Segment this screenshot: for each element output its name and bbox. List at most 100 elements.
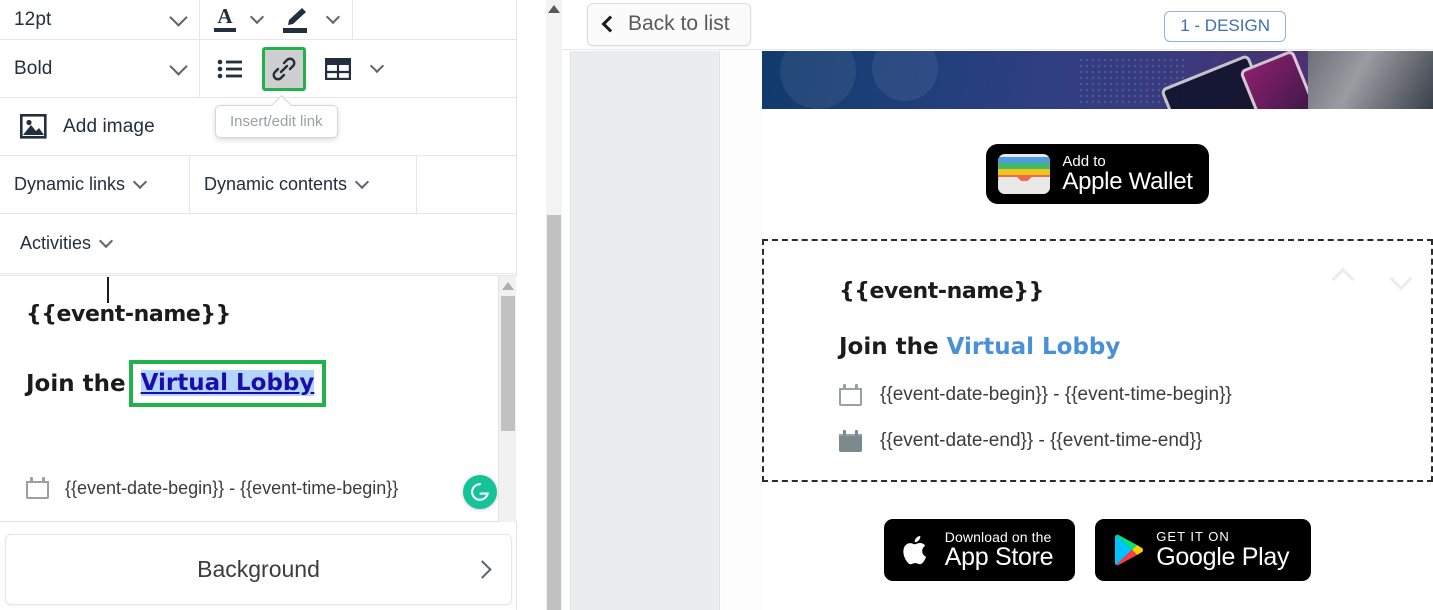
scrollbar-thumb[interactable] [500, 296, 515, 431]
editor-event-name: {{event-name}} [26, 302, 231, 327]
preview-join-prefix: Join the [839, 334, 947, 360]
activities-label: Activities [20, 233, 92, 253]
preview-header: Back to list 1 - DESIGN [562, 0, 1433, 50]
insert-table-icon [325, 57, 351, 80]
design-step-tab[interactable]: 1 - DESIGN [1164, 11, 1286, 42]
dynamic-contents-label: Dynamic contents [204, 174, 348, 194]
dynamic-links-dropdown[interactable]: Dynamic links [0, 156, 190, 213]
email-preview-panel: Back to list 1 - DESIGN Add to Apple Wal… [562, 0, 1433, 610]
preview-join-line: Join the Virtual Lobby [839, 334, 1431, 360]
text-color-icon: A [214, 6, 236, 32]
toolbar-row-font: 12pt A [0, 0, 516, 40]
chevron-down-icon [98, 233, 114, 249]
editor-date-text: {{event-date-begin}} - {{event-time-begi… [65, 477, 399, 498]
google-play-label: GET IT ON Google Play [1156, 530, 1289, 570]
page-scrollbar[interactable] [546, 0, 562, 610]
scroll-up-arrow-icon[interactable] [501, 282, 514, 290]
add-image-label: Add image [63, 115, 155, 137]
apple-wallet-row: Add to Apple Wallet [762, 109, 1433, 239]
insert-table-button[interactable] [316, 47, 360, 91]
text-style-dropdown[interactable]: Bold [0, 40, 200, 97]
scroll-up-arrow-icon[interactable] [548, 5, 560, 13]
background-label: Background [197, 556, 320, 582]
chevron-down-icon[interactable] [1389, 267, 1413, 291]
bullet-list-button[interactable] [208, 47, 252, 91]
activities-dropdown[interactable]: Activities [0, 214, 125, 273]
toolbar-row-dynamic: Dynamic links Dynamic contents [0, 156, 516, 214]
preview-side-column [570, 51, 720, 610]
rich-text-editor-area[interactable]: {{event-name}} Join the Virtual Lobby {{… [0, 275, 517, 522]
google-play-badge[interactable]: GET IT ON Google Play [1095, 519, 1312, 581]
editor-link-text[interactable]: Virtual Lobby [140, 370, 315, 396]
dynamic-contents-dropdown[interactable]: Dynamic contents [190, 156, 417, 213]
google-play-icon [1115, 534, 1144, 566]
email-editor-panel: 12pt A Bold Add image Dynamic links Dyna… [0, 0, 517, 610]
back-to-list-label: Back to list [628, 12, 730, 35]
add-image-button[interactable]: Add image [0, 98, 169, 155]
apple-wallet-icon [998, 154, 1051, 194]
font-size-value: 12pt [14, 8, 52, 30]
page-scrollbar-thumb[interactable] [547, 215, 561, 610]
chevron-down-icon [369, 58, 385, 74]
preview-virtual-lobby-link[interactable]: Virtual Lobby [947, 334, 1121, 360]
toolbar-row-activities: Activities [0, 214, 516, 274]
preview-date-begin-row: {{event-date-begin}} - {{event-time-begi… [839, 384, 1431, 406]
chevron-down-icon [249, 9, 265, 25]
insert-link-button[interactable] [262, 46, 306, 91]
apple-logo-icon [903, 535, 926, 565]
chevron-down-icon [169, 7, 188, 27]
editor-join-prefix: Join the [26, 370, 126, 397]
app-screen: 12pt A Bold Add image Dynamic links Dyna… [0, 0, 1433, 610]
highlight-color-dropdown[interactable] [314, 0, 353, 39]
insert-link-icon [272, 57, 296, 80]
editor-join-line: Join the Virtual Lobby [26, 277, 491, 407]
back-to-list-button[interactable]: Back to list [587, 3, 751, 46]
highlight-color-button[interactable] [272, 0, 314, 39]
text-color-button[interactable]: A [200, 0, 242, 39]
add-image-icon [20, 114, 47, 139]
apple-wallet-line2: Apple Wallet [1062, 168, 1193, 196]
app-store-label: Download on the App Store [944, 528, 1054, 572]
chevron-down-icon [169, 56, 188, 76]
app-store-line2: App Store [944, 543, 1054, 572]
background-settings-row[interactable]: Background [5, 534, 512, 605]
content-block-inner: {{event-name}} Join the Virtual Lobby {{… [764, 241, 1431, 480]
add-to-apple-wallet-button[interactable]: Add to Apple Wallet [986, 143, 1209, 205]
email-preview-sheet: Add to Apple Wallet {{event-name}} Join … [762, 51, 1433, 610]
grammarly-glyph [471, 483, 489, 501]
text-color-dropdown[interactable] [242, 0, 272, 39]
grammarly-icon[interactable] [463, 475, 497, 509]
table-options-dropdown[interactable] [360, 40, 394, 97]
insert-link-tooltip: Insert/edit link [215, 105, 338, 138]
apple-wallet-line1: Add to [1062, 152, 1106, 170]
bullet-list-icon [217, 59, 242, 78]
block-move-controls [1331, 267, 1413, 291]
highlight-color-icon [282, 7, 308, 33]
preview-date-end-text: {{event-date-end}} - {{event-time-end}} [880, 430, 1203, 451]
text-caret [107, 277, 109, 303]
editor-date-row: {{event-date-begin}} - {{event-time-begi… [26, 477, 398, 499]
dynamic-links-label: Dynamic links [14, 174, 126, 194]
font-size-dropdown[interactable]: 12pt [0, 0, 200, 39]
calendar-outline-icon [839, 384, 862, 406]
chevron-down-icon [354, 174, 370, 190]
preview-date-begin-text: {{event-date-begin}} - {{event-time-begi… [880, 384, 1232, 405]
selected-content-block[interactable]: {{event-name}} Join the Virtual Lobby {{… [762, 239, 1433, 482]
toolbar-row-format: Bold [0, 40, 516, 98]
google-play-line1: GET IT ON [1156, 529, 1230, 545]
app-store-badge[interactable]: Download on the App Store [883, 518, 1076, 582]
preview-date-end-row: {{event-date-end}} - {{event-time-end}} [839, 430, 1431, 452]
google-play-line2: Google Play [1156, 542, 1290, 571]
chevron-right-icon [473, 560, 492, 579]
selected-link-highlight[interactable]: Virtual Lobby [107, 277, 327, 407]
text-style-value: Bold [14, 57, 53, 79]
calendar-filled-icon [839, 430, 862, 452]
apple-wallet-label: Add to Apple Wallet [1062, 152, 1193, 196]
calendar-icon [26, 477, 49, 499]
app-store-line1: Download on the [944, 528, 1052, 545]
app-store-badges-row: Download on the App Store GET IT ON Goog… [762, 490, 1433, 610]
editor-scrollbar[interactable] [498, 276, 516, 522]
chevron-left-icon [601, 15, 619, 33]
chevron-up-icon[interactable] [1331, 267, 1355, 291]
chevron-down-icon [132, 174, 148, 190]
